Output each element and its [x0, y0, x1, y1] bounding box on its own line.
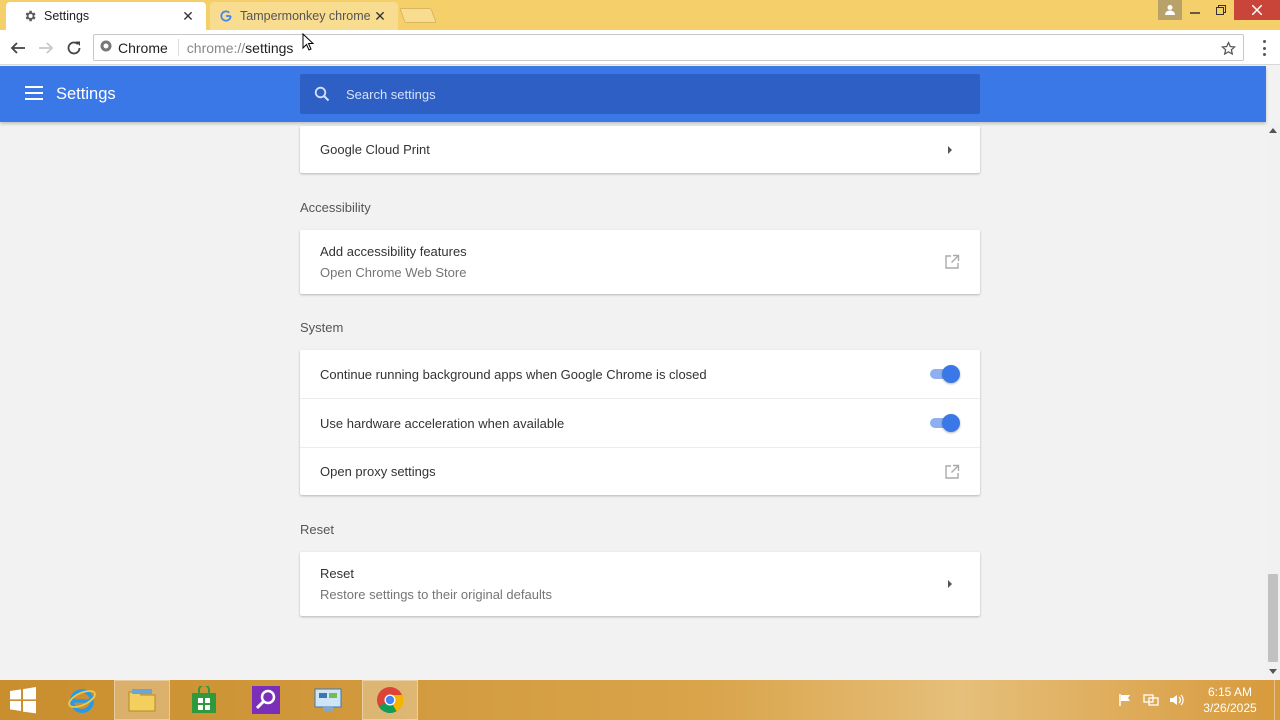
- restore-icon[interactable]: [1208, 0, 1234, 20]
- settings-content: Google Cloud Print Accessibility Add acc…: [0, 122, 1266, 680]
- clock-date: 3/26/2025: [1203, 701, 1257, 715]
- proxy-settings-label: Open proxy settings: [320, 464, 436, 479]
- tab-title: Tampermonkey chrome: [240, 9, 371, 23]
- hardware-acceleration-label: Use hardware acceleration when available: [320, 415, 565, 431]
- gear-icon: [22, 8, 38, 24]
- page-scrollbar[interactable]: [1266, 122, 1280, 680]
- title-bar: Settings ✕ Tampermonkey chrome ✕: [0, 0, 1280, 30]
- proxy-settings-row[interactable]: Open proxy settings: [300, 447, 980, 495]
- secure-label: Chrome: [118, 39, 168, 56]
- minimize-icon[interactable]: [1182, 0, 1208, 20]
- hardware-acceleration-toggle[interactable]: [928, 414, 960, 432]
- close-icon[interactable]: [1234, 0, 1280, 20]
- system-heading: System: [300, 320, 344, 335]
- chrome-page-icon: [100, 40, 112, 55]
- hamburger-menu-icon[interactable]: [25, 86, 43, 100]
- network-icon[interactable]: [1142, 691, 1160, 709]
- accessibility-card: Add accessibility features Open Chrome W…: [300, 230, 980, 294]
- background-apps-row[interactable]: Continue running background apps when Go…: [300, 350, 980, 398]
- background-apps-label: Continue running background apps when Go…: [320, 366, 707, 382]
- system-tray: 6:15 AM 3/26/2025: [1116, 680, 1280, 720]
- reload-icon[interactable]: [63, 37, 85, 59]
- open-external-icon[interactable]: [944, 464, 960, 480]
- search-app-icon[interactable]: [238, 680, 294, 720]
- tab-tampermonkey[interactable]: Tampermonkey chrome ✕: [210, 2, 398, 30]
- chevron-right-icon: [948, 580, 952, 588]
- forward-arrow-icon[interactable]: [35, 37, 57, 59]
- user-icon[interactable]: [1158, 0, 1182, 20]
- cloud-print-row[interactable]: Google Cloud Print: [300, 126, 980, 173]
- mouse-cursor-icon: [302, 33, 314, 51]
- page-title: Settings: [56, 85, 116, 103]
- tab-settings[interactable]: Settings ✕: [6, 2, 206, 30]
- control-panel-icon[interactable]: [300, 680, 356, 720]
- windows-taskbar: 6:15 AM 3/26/2025: [0, 680, 1280, 720]
- scroll-up-arrow-icon[interactable]: [1269, 128, 1277, 133]
- google-g-icon: [218, 8, 234, 24]
- taskbar-clock[interactable]: 6:15 AM 3/26/2025: [1194, 684, 1266, 716]
- search-input[interactable]: [346, 86, 946, 102]
- reset-heading: Reset: [300, 522, 334, 537]
- chevron-right-icon: [948, 145, 952, 154]
- address-bar[interactable]: Chrome chrome://settings: [93, 34, 1244, 61]
- cloud-print-label: Google Cloud Print: [320, 142, 430, 157]
- settings-header: Settings: [0, 66, 1266, 122]
- window-controls: [1158, 0, 1280, 22]
- chrome-icon[interactable]: [362, 680, 418, 720]
- accessibility-heading: Accessibility: [300, 200, 371, 215]
- hardware-acceleration-row[interactable]: Use hardware acceleration when available: [300, 398, 980, 447]
- windows-start-icon[interactable]: [8, 686, 40, 714]
- scroll-thumb[interactable]: [1268, 574, 1278, 662]
- cloud-print-card: Google Cloud Print: [300, 126, 980, 173]
- reset-card: Reset Restore settings to their original…: [300, 552, 980, 616]
- secure-chip[interactable]: Chrome: [94, 39, 179, 56]
- reset-sublabel: Restore settings to their original defau…: [320, 587, 552, 602]
- bookmark-star-icon[interactable]: [1219, 39, 1237, 57]
- clock-time: 6:15 AM: [1207, 685, 1253, 699]
- accessibility-row[interactable]: Add accessibility features Open Chrome W…: [300, 230, 980, 294]
- store-icon[interactable]: [176, 680, 232, 720]
- volume-icon[interactable]: [1168, 691, 1186, 709]
- new-tab-button[interactable]: [399, 8, 437, 23]
- search-icon: [314, 86, 330, 102]
- tab-close-icon[interactable]: ✕: [180, 8, 196, 24]
- browser-toolbar: Chrome chrome://settings: [0, 30, 1280, 65]
- system-card: Continue running background apps when Go…: [300, 350, 980, 495]
- tab-title: Settings: [44, 9, 90, 23]
- action-center-flag-icon[interactable]: [1116, 691, 1134, 709]
- reset-row[interactable]: Reset Restore settings to their original…: [300, 552, 980, 616]
- url-scheme: chrome://: [186, 39, 246, 56]
- tab-close-icon[interactable]: ✕: [372, 8, 388, 24]
- show-desktop-button[interactable]: [1274, 680, 1280, 720]
- search-box[interactable]: [300, 74, 980, 114]
- accessibility-sublabel: Open Chrome Web Store: [320, 265, 467, 280]
- internet-explorer-icon[interactable]: [54, 680, 110, 720]
- chrome-menu-icon[interactable]: [1256, 38, 1272, 58]
- accessibility-label: Add accessibility features: [320, 244, 467, 259]
- file-explorer-icon[interactable]: [114, 680, 170, 720]
- open-external-icon[interactable]: [944, 254, 960, 270]
- scroll-down-arrow-icon[interactable]: [1269, 669, 1277, 674]
- back-arrow-icon[interactable]: [7, 37, 29, 59]
- url-path: settings: [245, 39, 294, 56]
- url-text[interactable]: chrome://settings: [187, 40, 294, 56]
- background-apps-toggle[interactable]: [928, 365, 960, 383]
- reset-label: Reset: [320, 566, 354, 581]
